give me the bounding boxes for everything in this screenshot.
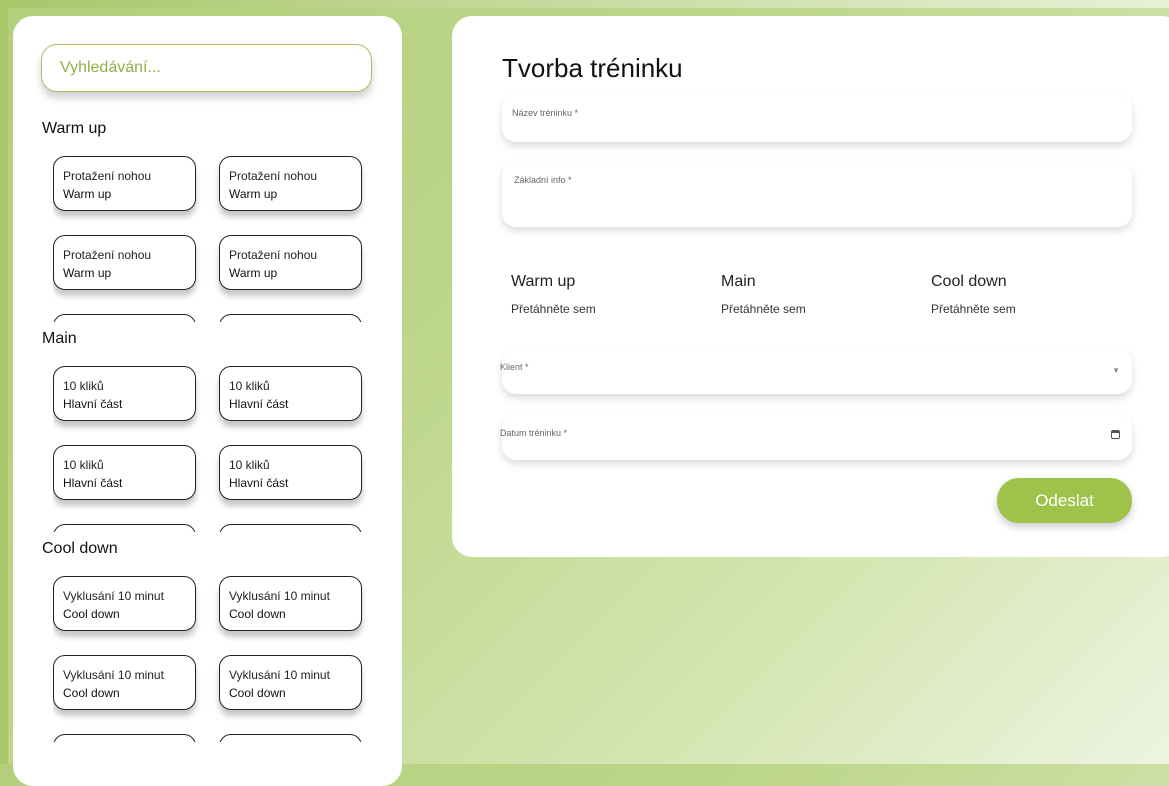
top-accent [0,0,1169,8]
card-category: Cool down [63,686,120,700]
card-list-cool-down: Vyklusání 10 minut Cool down Vyklusání 1… [53,576,373,742]
card-category: Cool down [63,607,120,621]
calendar-icon[interactable] [1111,430,1120,439]
card-name: Protažení nohou [63,248,152,262]
card-name: 10 kliků [63,458,104,472]
card-name: 10 kliků [229,458,270,472]
card-list-main: 10 kliků Hlavní část 10 kliků Hlavní čás… [53,366,373,532]
exercise-card[interactable]: Vyklusání 10 minut Cool down [53,576,196,631]
card-name: Protažení nohou [229,248,318,262]
card-name: Protažení nohou [63,169,152,183]
section-title-main: Main [42,330,77,347]
card-category: Warm up [63,187,112,201]
exercise-card[interactable]: Protažení nohou Warm up [53,235,196,290]
drop-zone-main[interactable]: Přetáhněte sem [721,302,806,316]
card-category: Warm up [63,266,112,280]
exercise-card[interactable]: Vyklusání 10 minut Cool down [219,655,362,710]
drop-zone-warm-up[interactable]: Přetáhněte sem [511,302,596,316]
card-category: Hlavní část [63,476,123,490]
section-title-warm-up: Warm up [42,120,107,137]
card-category: Hlavní část [63,397,123,411]
exercise-card-partial[interactable] [219,314,362,322]
left-accent [0,0,8,764]
client-select[interactable]: Klient * ▼ [500,348,1132,394]
training-date-field[interactable]: Datum tréninku * [500,414,1132,460]
exercise-card-partial[interactable] [53,734,196,742]
chevron-down-icon[interactable]: ▼ [1112,366,1120,375]
card-name: Vyklusání 10 minut [229,589,330,603]
training-date-label: Datum tréninku * [500,428,568,438]
card-category: Warm up [229,187,278,201]
exercise-sidebar: Warm up Protažení nohou Warm up Protažen… [13,16,402,786]
card-name: Vyklusání 10 minut [229,668,330,682]
basic-info-label: Základní info * [514,175,572,185]
column-title-warm-up: Warm up [511,273,576,290]
card-name: Vyklusání 10 minut [63,668,164,682]
card-name: Vyklusání 10 minut [63,589,164,603]
client-label: Klient * [500,362,529,372]
exercise-card[interactable]: Vyklusání 10 minut Cool down [53,655,196,710]
exercise-card[interactable]: Protažení nohou Warm up [53,156,196,211]
submit-button[interactable]: Odeslat [997,478,1132,523]
exercise-card[interactable]: 10 kliků Hlavní část [219,445,362,500]
card-category: Warm up [229,266,278,280]
card-name: 10 kliků [63,379,104,393]
exercise-card-partial[interactable] [53,314,196,322]
page-title: Tvorba tréninku [502,53,683,83]
exercise-card-partial[interactable] [53,524,196,532]
basic-info-field[interactable]: Základní info * [502,161,1132,227]
section-title-cool-down: Cool down [42,540,118,557]
card-name: Protažení nohou [229,169,318,183]
exercise-card[interactable]: Protažení nohou Warm up [219,235,362,290]
card-list-warm-up: Protažení nohou Warm up Protažení nohou … [53,156,373,322]
training-form-panel: Tvorba tréninku Název tréninku * Základn… [452,16,1169,557]
training-name-label: Název tréninku * [512,108,579,118]
card-category: Cool down [229,686,286,700]
training-name-field[interactable]: Název tréninku * [502,94,1132,142]
card-category: Hlavní část [229,397,289,411]
column-title-cool-down: Cool down [931,273,1007,290]
exercise-card-partial[interactable] [219,524,362,532]
search-input[interactable] [41,44,372,92]
exercise-card[interactable]: Protažení nohou Warm up [219,156,362,211]
exercise-card[interactable]: 10 kliků Hlavní část [53,445,196,500]
card-name: 10 kliků [229,379,270,393]
exercise-card[interactable]: Vyklusání 10 minut Cool down [219,576,362,631]
exercise-card[interactable]: 10 kliků Hlavní část [219,366,362,421]
card-category: Hlavní část [229,476,289,490]
column-title-main: Main [721,273,756,290]
card-category: Cool down [229,607,286,621]
exercise-card[interactable]: 10 kliků Hlavní část [53,366,196,421]
exercise-card-partial[interactable] [219,734,362,742]
drop-zone-cool-down[interactable]: Přetáhněte sem [931,302,1016,316]
